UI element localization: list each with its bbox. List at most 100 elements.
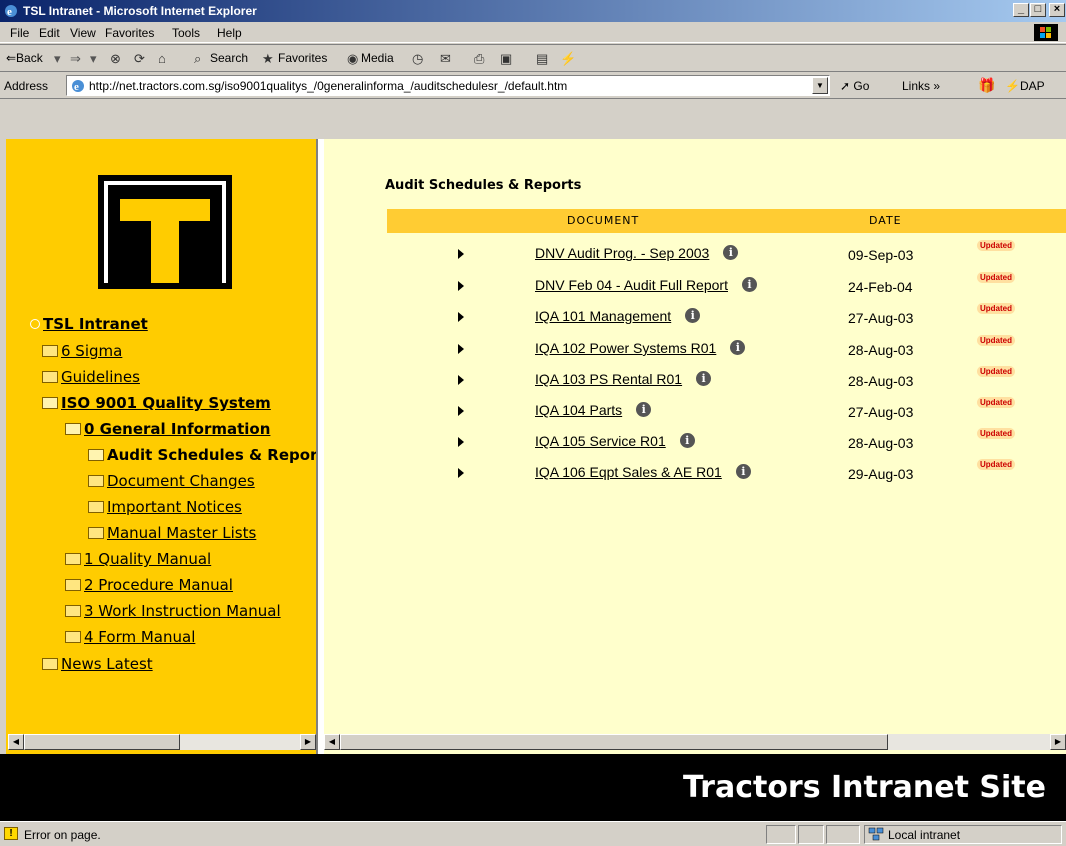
tree-item-news-latest[interactable]: News Latest — [42, 655, 153, 673]
tractors-logo — [98, 175, 232, 289]
go-button[interactable]: ➚ Go — [840, 79, 869, 93]
info-icon[interactable]: i — [730, 340, 746, 355]
info-icon[interactable]: i — [735, 464, 751, 479]
warning-icon[interactable]: ! — [4, 827, 18, 840]
maximize-button[interactable]: □ — [1030, 3, 1046, 17]
folder-icon — [65, 579, 81, 591]
document-link[interactable]: IQA 103 PS Rental R01 i — [535, 371, 712, 387]
document-link[interactable]: IQA 101 Management i — [535, 308, 701, 324]
mail-icon[interactable]: ✉ — [440, 51, 451, 67]
dap-label: DAP — [1019, 79, 1045, 93]
dap-button[interactable]: ⚡DAP — [1005, 79, 1045, 93]
document-title: DNV Audit Prog. - Sep 2003 — [535, 245, 710, 261]
back-button[interactable]: ⇐Back — [6, 51, 43, 65]
bullet-icon — [30, 319, 40, 329]
tree-item-important-notices[interactable]: Important Notices — [88, 498, 242, 516]
document-title: IQA 104 Parts — [535, 402, 623, 418]
scroll-left-icon[interactable]: ◀ — [324, 734, 340, 750]
favorites-button[interactable]: Favorites — [278, 51, 327, 65]
scroll-thumb[interactable] — [24, 734, 180, 750]
content-horizontal-scrollbar[interactable]: ◀ ▶ — [324, 734, 1066, 750]
info-icon[interactable]: i — [636, 402, 652, 417]
links-button[interactable]: Links » — [902, 79, 940, 93]
menu-bar: File Edit View Favorites Tools Help — [0, 22, 1066, 43]
document-link[interactable]: DNV Audit Prog. - Sep 2003 i — [535, 245, 739, 261]
column-header-date: DATE — [869, 214, 902, 227]
document-link[interactable]: IQA 105 Service R01 i — [535, 433, 695, 449]
minimize-button[interactable]: _ — [1013, 3, 1029, 17]
favorites-icon[interactable]: ★ — [262, 51, 274, 67]
svg-text:e: e — [7, 6, 12, 18]
updated-badge: Updated — [977, 459, 1015, 470]
back-dropdown-icon[interactable]: ▾ — [54, 51, 61, 67]
tree-item-document-changes[interactable]: Document Changes — [88, 472, 255, 490]
nav-horizontal-scrollbar[interactable]: ◀ ▶ — [8, 734, 316, 750]
tree-item-guidelines[interactable]: Guidelines — [42, 368, 140, 386]
print-icon[interactable]: ⎙ — [474, 51, 484, 67]
address-input[interactable]: e http://net.tractors.com.sg/iso9001qual… — [66, 75, 830, 96]
menu-tools[interactable]: Tools — [172, 26, 200, 40]
tree-item-quality-manual[interactable]: 1 Quality Manual — [65, 550, 211, 568]
tree-item-audit-schedules[interactable]: Audit Schedules & Reports — [88, 446, 318, 464]
info-icon[interactable]: i — [723, 245, 739, 260]
content-frame: Audit Schedules & Reports DOCUMENT DATE … — [324, 139, 1066, 754]
tree-item-general-information[interactable]: 0 General Information — [65, 420, 270, 438]
media-icon[interactable]: ◉ — [347, 51, 358, 67]
messenger-icon[interactable]: ⚡ — [560, 51, 576, 67]
scroll-left-icon[interactable]: ◀ — [8, 734, 24, 750]
info-icon[interactable]: i — [696, 371, 712, 386]
local-intranet-icon — [868, 827, 884, 841]
stop-icon[interactable]: ⊗ — [110, 51, 121, 67]
search-button[interactable]: Search — [210, 51, 248, 65]
document-link[interactable]: DNV Feb 04 - Audit Full Report i — [535, 277, 757, 293]
tree-item-tsl-intranet[interactable]: TSL Intranet — [30, 315, 148, 333]
forward-button[interactable]: ⇒ — [70, 51, 81, 67]
open-folder-icon — [88, 449, 104, 461]
windows-logo-icon — [1034, 24, 1058, 41]
edit-word-icon[interactable]: ▣ — [500, 51, 512, 67]
info-icon[interactable]: i — [679, 433, 695, 448]
scroll-right-icon[interactable]: ▶ — [1050, 734, 1066, 750]
tree-item-label: 2 Procedure Manual — [84, 576, 233, 594]
menu-favorites[interactable]: Favorites — [105, 26, 154, 40]
table-row: DNV Feb 04 - Audit Full Report i 24-Feb-0… — [324, 272, 1066, 299]
navigation-frame: TSL Intranet 6 Sigma Guidelines ISO 9001… — [6, 139, 318, 754]
toolbar: ⇐Back ▾ ⇒ ▾ ⊗ ⟳ ⌂ ⌕ Search ★ Favorites ◉… — [0, 44, 1066, 72]
table-row: IQA 105 Service R01 i 28-Aug-03 Updated — [324, 428, 1066, 455]
info-icon[interactable]: i — [685, 308, 701, 323]
document-date: 29-Aug-03 — [848, 466, 914, 482]
gift-icon[interactable]: 🎁 — [978, 77, 995, 94]
tree-item-manual-master-lists[interactable]: Manual Master Lists — [88, 524, 256, 542]
refresh-icon[interactable]: ⟳ — [134, 51, 145, 67]
forward-dropdown-icon[interactable]: ▾ — [90, 51, 97, 67]
history-icon[interactable]: ◷ — [412, 51, 423, 67]
status-bar: ! Error on page. Local intranet — [0, 821, 1066, 846]
title-bar[interactable]: e TSL Intranet - Microsoft Internet Expl… — [0, 0, 1066, 22]
menu-view[interactable]: View — [70, 26, 96, 40]
tree-item-iso-9001[interactable]: ISO 9001 Quality System — [42, 394, 271, 412]
tree-item-work-instruction-manual[interactable]: 3 Work Instruction Manual — [65, 602, 281, 620]
tree-item-form-manual[interactable]: 4 Form Manual — [65, 628, 195, 646]
tree-item-procedure-manual[interactable]: 2 Procedure Manual — [65, 576, 233, 594]
menu-file[interactable]: File — [10, 26, 29, 40]
status-text[interactable]: Error on page. — [24, 828, 101, 842]
document-link[interactable]: IQA 102 Power Systems R01 i — [535, 340, 746, 356]
status-pane — [826, 825, 860, 844]
tree-item-6-sigma[interactable]: 6 Sigma — [42, 342, 122, 360]
scroll-right-icon[interactable]: ▶ — [300, 734, 316, 750]
info-icon[interactable]: i — [741, 277, 757, 292]
menu-help[interactable]: Help — [217, 26, 242, 40]
media-button[interactable]: Media — [361, 51, 394, 65]
tree-item-label: Audit Schedules & Reports — [107, 446, 318, 464]
folder-icon — [65, 631, 81, 643]
discuss-icon[interactable]: ▤ — [536, 51, 548, 67]
search-icon[interactable]: ⌕ — [194, 51, 201, 67]
address-dropdown-icon[interactable]: ▼ — [812, 77, 828, 94]
menu-edit[interactable]: Edit — [39, 26, 60, 40]
scroll-thumb[interactable] — [340, 734, 888, 750]
close-button[interactable]: × — [1049, 3, 1065, 17]
document-link[interactable]: IQA 106 Eqpt Sales & AE R01 i — [535, 464, 751, 480]
frame-top-gap — [0, 99, 1066, 139]
document-link[interactable]: IQA 104 Parts i — [535, 402, 652, 418]
home-icon[interactable]: ⌂ — [158, 51, 166, 66]
